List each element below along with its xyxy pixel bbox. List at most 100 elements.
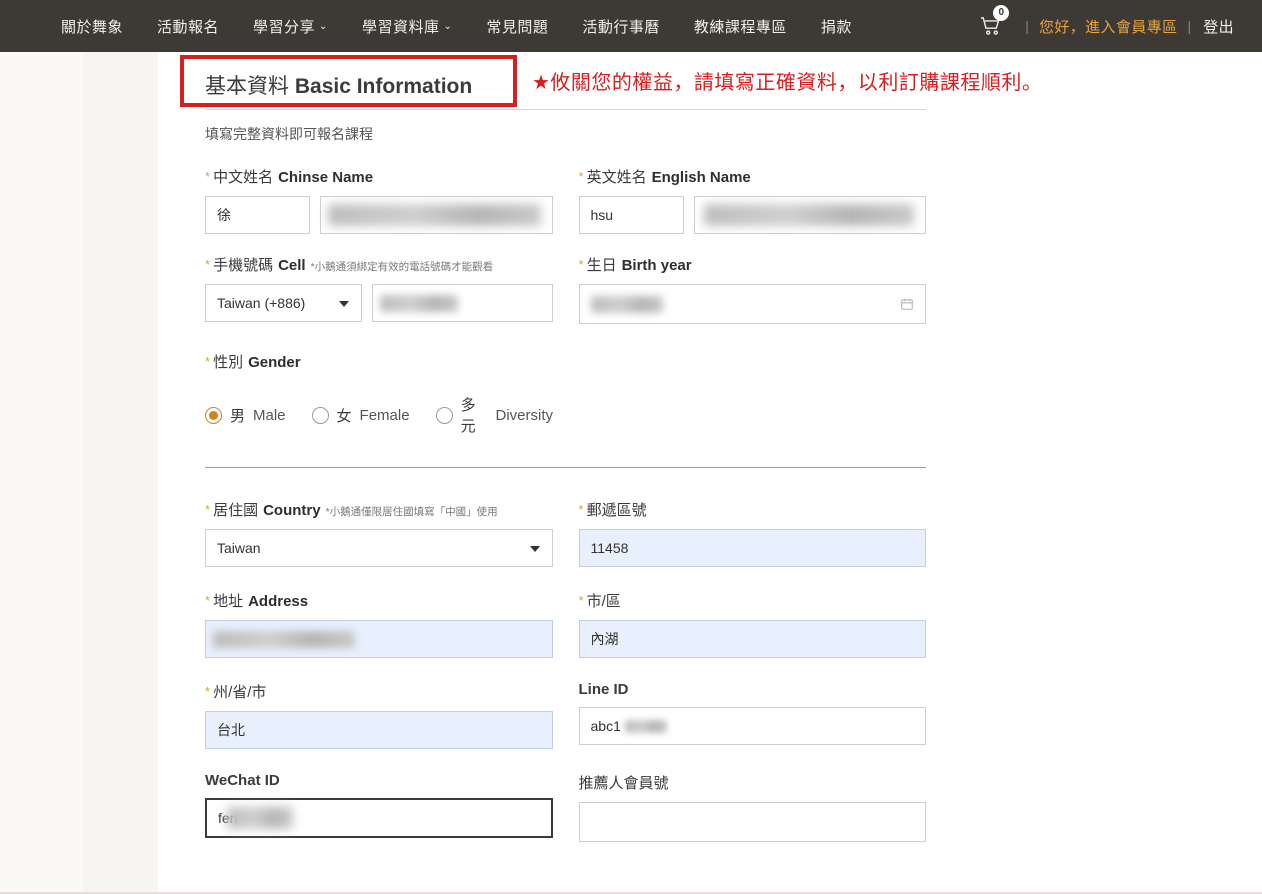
gender-option-diversity[interactable]: 多元 Diversity bbox=[435, 394, 553, 436]
label-text-cn: 州/省/市 bbox=[213, 684, 267, 701]
redacted-value bbox=[703, 204, 914, 226]
cart-button[interactable]: 0 bbox=[975, 5, 1015, 38]
nav-item-faq[interactable]: 常見問題 bbox=[469, 10, 565, 43]
label-text-en: English Name bbox=[651, 169, 751, 186]
chinese-surname-input[interactable]: 徐 bbox=[205, 196, 310, 234]
field-group-chinese-name: * 中文姓名 Chinse Name 徐 bbox=[205, 166, 553, 234]
radio-dot-icon bbox=[435, 406, 453, 424]
form-content-area: 基本資料 Basic Information ★攸關您的權益，請填寫正確資料，以… bbox=[158, 52, 1262, 894]
gender-option-female[interactable]: 女 Female bbox=[311, 405, 410, 426]
nav-item-learning-library[interactable]: 學習資料庫 ⌄ bbox=[345, 10, 469, 43]
chinese-surname-value: 徐 bbox=[217, 207, 231, 223]
chevron-down-icon: ⌄ bbox=[319, 21, 328, 32]
redacted-value bbox=[328, 204, 541, 226]
label-address: * 地址 Address bbox=[205, 590, 553, 611]
label-text-cn: 地址 bbox=[213, 593, 244, 610]
calendar-icon[interactable] bbox=[900, 297, 914, 311]
required-asterisk: * bbox=[205, 257, 211, 272]
label-text-cn: 手機號碼 bbox=[213, 257, 274, 274]
form-row-names: * 中文姓名 Chinse Name 徐 * 英文姓名 English Name… bbox=[205, 166, 926, 234]
label-state-province: * 州/省/市 bbox=[205, 681, 553, 702]
label-wechat-id: WeChat ID bbox=[205, 772, 553, 789]
label-city-district: * 市/區 bbox=[579, 590, 927, 611]
cart-count-badge: 0 bbox=[993, 5, 1010, 21]
redacted-value bbox=[380, 294, 458, 312]
label-text-en: Country bbox=[263, 502, 321, 519]
gender-label-cn: 女 bbox=[336, 407, 352, 425]
gender-option-male[interactable]: 男 Male bbox=[205, 405, 286, 426]
required-asterisk: * bbox=[205, 169, 211, 184]
field-group-cell: * 手機號碼 Cell *小鵝通須綁定有效的電話號碼才能觀看 Taiwan (+… bbox=[205, 254, 553, 324]
label-text-cn: 郵遞區號 bbox=[586, 502, 647, 519]
nav-item-event-signup[interactable]: 活動報名 bbox=[140, 10, 236, 43]
nav-item-label: 學習分享 bbox=[253, 18, 316, 36]
gender-label-cn: 多元 bbox=[460, 397, 476, 435]
line-id-input[interactable]: abc1 bbox=[578, 707, 926, 745]
referrer-member-no-input[interactable] bbox=[578, 802, 926, 842]
nav-item-label: 活動報名 bbox=[157, 18, 220, 36]
member-area-link[interactable]: 您好，進入會員專區 bbox=[1039, 16, 1178, 37]
field-group-referrer-member-no: 推薦人會員號 bbox=[578, 772, 927, 842]
field-group-state-province: * 州/省/市 台北 bbox=[205, 681, 553, 749]
nav-item-calendar[interactable]: 活動行事曆 bbox=[565, 10, 677, 43]
label-english-name: * 英文姓名 English Name bbox=[579, 166, 927, 187]
label-referrer-member-no: 推薦人會員號 bbox=[579, 772, 927, 793]
section-subtitle: 填寫完整資料即可報名課程 bbox=[205, 126, 373, 142]
label-country: * 居住國 Country *小鵝通僅限居住國填寫「中國」使用 bbox=[205, 499, 553, 520]
nav-links: 關於舞象 活動報名 學習分享 ⌄ 學習資料庫 ⌄ 常見問題 活動行事曆 教練課程… bbox=[44, 10, 975, 43]
state-province-input[interactable]: 台北 bbox=[205, 711, 553, 749]
label-text-cn: 生日 bbox=[586, 257, 617, 274]
label-text: Line ID bbox=[578, 681, 629, 698]
country-code-select[interactable]: Taiwan (+886) bbox=[205, 284, 362, 322]
required-asterisk: * bbox=[205, 354, 211, 369]
form-row-gender: * 性別 Gender 男 Male 女 Female 多元 Diversity bbox=[205, 351, 926, 436]
address-input[interactable] bbox=[205, 620, 553, 658]
city-district-value: 內湖 bbox=[590, 631, 619, 647]
logout-link[interactable]: 登出 bbox=[1201, 16, 1234, 37]
top-navigation-bar: 關於舞象 活動報名 學習分享 ⌄ 學習資料庫 ⌄ 常見問題 活動行事曆 教練課程… bbox=[0, 0, 1262, 52]
basic-information-form: * 中文姓名 Chinse Name 徐 * 英文姓名 English Name… bbox=[205, 166, 926, 842]
field-group-gender: * 性別 Gender 男 Male 女 Female 多元 Diversity bbox=[205, 351, 553, 436]
english-given-name-input[interactable] bbox=[693, 196, 926, 234]
label-cell: * 手機號碼 Cell *小鵝通須綁定有效的電話號碼才能觀看 bbox=[205, 254, 553, 275]
gender-label-en: Female bbox=[359, 406, 410, 424]
form-row-address-city: * 地址 Address * 市/區 內湖 bbox=[205, 590, 926, 658]
nav-item-coach-courses[interactable]: 教練課程專區 bbox=[677, 10, 804, 43]
country-code-value: Taiwan (+886) bbox=[217, 295, 306, 311]
required-asterisk: * bbox=[578, 593, 584, 608]
chevron-down-icon: ⌄ bbox=[443, 21, 453, 32]
city-district-input[interactable]: 內湖 bbox=[578, 620, 926, 658]
label-text-en: Birth year bbox=[621, 257, 692, 274]
birth-year-input[interactable] bbox=[578, 284, 926, 324]
nav-item-donate[interactable]: 捐款 bbox=[804, 10, 869, 43]
nav-item-label: 常見問題 bbox=[486, 18, 549, 36]
label-text: WeChat ID bbox=[205, 772, 280, 789]
country-select[interactable]: Taiwan bbox=[205, 529, 553, 567]
state-province-value: 台北 bbox=[217, 722, 245, 738]
nav-item-about[interactable]: 關於舞象 bbox=[44, 10, 140, 43]
form-row-country-postal: * 居住國 Country *小鵝通僅限居住國填寫「中國」使用 Taiwan *… bbox=[205, 499, 926, 567]
field-group-line-id: Line ID abc1 bbox=[578, 681, 926, 749]
chinese-given-name-input[interactable] bbox=[320, 196, 553, 234]
redacted-value bbox=[213, 630, 355, 648]
wechat-id-input[interactable]: fen bbox=[205, 798, 553, 838]
label-gender: * 性別 Gender bbox=[205, 351, 553, 372]
field-group-country: * 居住國 Country *小鵝通僅限居住國填寫「中國」使用 Taiwan bbox=[205, 499, 553, 567]
english-surname-input[interactable]: hsu bbox=[578, 196, 684, 234]
section-header: 基本資料 Basic Information ★攸關您的權益，請填寫正確資料，以… bbox=[180, 52, 1262, 110]
field-group-address: * 地址 Address bbox=[205, 590, 553, 658]
redacted-value bbox=[227, 807, 294, 829]
nav-item-learning-share[interactable]: 學習分享 ⌄ bbox=[236, 10, 345, 43]
cell-number-input[interactable] bbox=[372, 284, 553, 322]
nav-item-label: 教練課程專區 bbox=[693, 18, 787, 36]
label-text-cn: 市/區 bbox=[586, 593, 621, 610]
label-text-cn: 性別 bbox=[213, 354, 244, 371]
required-asterisk: * bbox=[205, 684, 211, 699]
form-row-state-lineid: * 州/省/市 台北 Line ID abc1 bbox=[205, 681, 926, 749]
label-text-en: Cell bbox=[278, 257, 306, 274]
label-text-en: Address bbox=[248, 593, 309, 610]
form-row-wechat-referrer: WeChat ID fen 推薦人會員號 bbox=[205, 772, 926, 842]
label-chinese-name: * 中文姓名 Chinse Name bbox=[205, 166, 553, 187]
required-asterisk: * bbox=[205, 502, 211, 517]
postal-code-input[interactable]: 11458 bbox=[578, 529, 926, 567]
